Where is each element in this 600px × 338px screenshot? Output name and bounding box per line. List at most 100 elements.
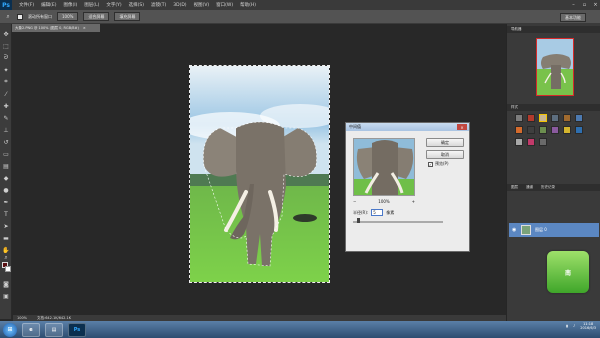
menu-window[interactable]: 窗口(W) bbox=[216, 2, 233, 8]
zoom-in-icon[interactable]: + bbox=[412, 199, 415, 204]
options-bar: ⌕ 滚动所有窗口 100% 适合屏幕 填充屏幕 基本功能 bbox=[0, 10, 600, 24]
zoom-out-icon[interactable]: − bbox=[353, 199, 356, 204]
dialog-close-icon[interactable]: × bbox=[457, 124, 467, 130]
clock-date: 2016/6/3 bbox=[580, 326, 596, 331]
style-swatch[interactable] bbox=[527, 126, 535, 134]
style-swatch[interactable] bbox=[563, 126, 571, 134]
document-image[interactable] bbox=[189, 65, 330, 283]
menu-select[interactable]: 选择(S) bbox=[129, 2, 144, 8]
gradient-tool-icon[interactable]: ▤ bbox=[2, 162, 10, 170]
desktop-widget[interactable]: 南 bbox=[547, 251, 589, 293]
path-selection-tool-icon[interactable]: ➤ bbox=[2, 222, 10, 230]
style-swatch[interactable] bbox=[575, 114, 583, 122]
folder-taskbar-icon[interactable]: ▤ bbox=[45, 322, 63, 337]
zoom-tool-side-icon[interactable]: ⌕ bbox=[2, 254, 10, 262]
radius-slider-knob[interactable] bbox=[357, 218, 361, 223]
menu-view[interactable]: 视图(V) bbox=[194, 2, 210, 8]
start-button[interactable]: ⊞ bbox=[3, 322, 17, 337]
shape-tool-icon[interactable]: ▬ bbox=[2, 234, 10, 242]
fit-screen-button[interactable]: 适合屏幕 bbox=[83, 12, 110, 21]
style-swatch[interactable] bbox=[563, 114, 571, 122]
close-window-icon[interactable]: × bbox=[591, 2, 600, 9]
background-color-swatch[interactable] bbox=[5, 266, 11, 272]
tab-history[interactable]: 历史记录 bbox=[541, 185, 555, 190]
volume-icon[interactable]: ♪ bbox=[573, 324, 575, 328]
style-swatch[interactable] bbox=[539, 114, 547, 122]
style-swatch[interactable] bbox=[527, 138, 535, 146]
tab-channels[interactable]: 通道 bbox=[526, 185, 533, 190]
dodge-tool-icon[interactable]: ● bbox=[2, 186, 10, 194]
menu-edit[interactable]: 编辑(E) bbox=[41, 2, 56, 8]
style-swatch[interactable] bbox=[539, 138, 547, 146]
radius-input[interactable]: 5 bbox=[371, 209, 384, 216]
menu-image[interactable]: 图像(I) bbox=[63, 2, 77, 8]
eye-icon[interactable]: ◉ bbox=[512, 227, 517, 233]
clone-stamp-tool-icon[interactable]: ⊥ bbox=[2, 126, 10, 134]
maximize-icon[interactable]: ▫ bbox=[580, 2, 589, 9]
crop-tool-icon[interactable]: ⌗ bbox=[2, 78, 10, 86]
brush-tool-icon[interactable]: ✎ bbox=[2, 114, 10, 122]
document-tab[interactable]: 大象2.PNG @ 100% (图层 0, RGB/8#) × bbox=[12, 24, 100, 32]
menu-3d[interactable]: 3D(D) bbox=[173, 3, 186, 8]
zoom-tool-icon[interactable]: ⌕ bbox=[4, 13, 12, 21]
lasso-tool-icon[interactable]: ᘐ bbox=[2, 54, 10, 62]
filter-preview[interactable] bbox=[353, 138, 415, 196]
style-swatch[interactable] bbox=[551, 126, 559, 134]
fill-screen-button[interactable]: 填充屏幕 bbox=[114, 12, 141, 21]
photoshop-taskbar-button[interactable]: Ps bbox=[68, 322, 86, 337]
network-icon[interactable]: ▮ bbox=[566, 324, 568, 328]
scroll-all-windows-label: 滚动所有窗口 bbox=[28, 13, 52, 19]
style-swatch[interactable] bbox=[527, 114, 535, 122]
style-swatch[interactable] bbox=[515, 114, 523, 122]
preview-zoom-controls: − 100% + bbox=[353, 199, 415, 204]
eyedropper-tool-icon[interactable]: ⁄ bbox=[2, 90, 10, 98]
eraser-tool-icon[interactable]: ▭ bbox=[2, 150, 10, 158]
tab-swatches[interactable]: 样式 bbox=[511, 105, 518, 110]
layer-name[interactable]: 图层 0 bbox=[535, 227, 547, 233]
document-tab-title: 大象2.PNG @ 100% (图层 0, RGB/8#) bbox=[15, 25, 79, 30]
healing-brush-tool-icon[interactable]: ✚ bbox=[2, 102, 10, 110]
median-dialog: 中间值 × 确定 取消 ✓ 预览(P) − 100% + 半径(R): 5 像素 bbox=[345, 122, 470, 252]
cancel-button[interactable]: 取消 bbox=[426, 150, 464, 159]
preview-zoom-level: 100% bbox=[378, 199, 390, 204]
pen-tool-icon[interactable]: ✒ bbox=[2, 198, 10, 206]
style-swatch[interactable] bbox=[575, 126, 583, 134]
close-tab-icon[interactable]: × bbox=[83, 26, 86, 30]
menu-layer[interactable]: 图层(L) bbox=[84, 2, 99, 8]
menu-filter[interactable]: 滤镜(T) bbox=[151, 2, 166, 8]
style-swatch[interactable] bbox=[551, 114, 559, 122]
menu-type[interactable]: 文字(Y) bbox=[106, 2, 121, 8]
workspace-select[interactable]: 基本功能 bbox=[560, 13, 586, 22]
clock[interactable]: 11:18 2016/6/3 bbox=[580, 322, 596, 331]
quick-mask-icon[interactable]: ◙ bbox=[2, 280, 10, 288]
dialog-titlebar[interactable]: 中间值 bbox=[346, 123, 469, 131]
radius-slider[interactable] bbox=[353, 218, 443, 223]
ok-button[interactable]: 确定 bbox=[426, 138, 464, 147]
preview-checkbox-row[interactable]: ✓ 预览(P) bbox=[428, 161, 449, 167]
type-tool-icon[interactable]: T bbox=[2, 210, 10, 218]
minimize-icon[interactable]: – bbox=[569, 2, 578, 9]
magic-wand-tool-icon[interactable]: ✦ bbox=[2, 66, 10, 74]
screen-mode-icon[interactable]: ▣ bbox=[2, 292, 10, 300]
menu-file[interactable]: 文件(F) bbox=[19, 2, 34, 8]
navigator-thumbnail[interactable] bbox=[536, 38, 574, 96]
status-zoom[interactable]: 100% bbox=[17, 316, 27, 320]
preview-checkbox[interactable]: ✓ bbox=[428, 161, 433, 167]
scroll-all-windows-checkbox[interactable] bbox=[17, 13, 23, 20]
marquee-tool-icon[interactable]: ⬚ bbox=[2, 42, 10, 50]
menu-help[interactable]: 帮助(H) bbox=[240, 2, 256, 8]
style-swatch[interactable] bbox=[539, 126, 547, 134]
tab-layers[interactable]: 图层 bbox=[511, 185, 518, 190]
style-swatch[interactable] bbox=[515, 138, 523, 146]
style-swatch[interactable] bbox=[515, 126, 523, 134]
blur-tool-icon[interactable]: ◆ bbox=[2, 174, 10, 182]
layer-row[interactable]: ◉ 图层 0 bbox=[509, 223, 599, 237]
history-brush-tool-icon[interactable]: ↺ bbox=[2, 138, 10, 146]
radius-unit: 像素 bbox=[386, 209, 395, 215]
tab-navigator[interactable]: 导航器 bbox=[511, 27, 522, 32]
zoom-100-button[interactable]: 100% bbox=[57, 12, 79, 21]
layers-panel-header: 图层 通道 历史记录 bbox=[507, 184, 600, 191]
move-tool-icon[interactable]: ✥ bbox=[2, 30, 10, 38]
hand-tool-icon[interactable]: ✋ bbox=[2, 246, 10, 254]
browser-taskbar-icon[interactable]: e bbox=[22, 322, 40, 337]
